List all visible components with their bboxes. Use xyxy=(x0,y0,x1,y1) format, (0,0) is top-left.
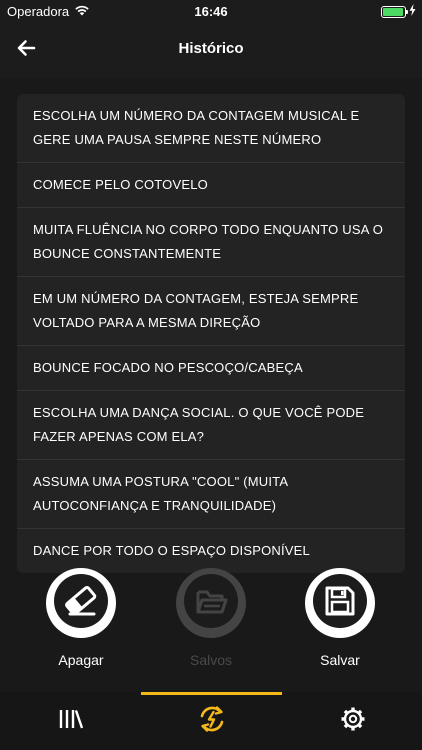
eraser-icon xyxy=(50,570,112,637)
erase-button[interactable] xyxy=(46,568,116,638)
list-item[interactable]: BOUNCE FOCADO NO PESCOÇO/CABEÇA xyxy=(17,346,405,391)
save-button[interactable] xyxy=(305,568,375,638)
tab-refresh[interactable] xyxy=(141,692,282,750)
tab-library[interactable] xyxy=(0,692,141,750)
page-title: Histórico xyxy=(178,40,244,57)
erase-label: Apagar xyxy=(58,652,104,668)
status-right xyxy=(381,4,416,19)
saved-action: Salvos xyxy=(161,568,261,668)
list-item[interactable]: ASSUMA UMA POSTURA "COOL" (MUITA AUTOCON… xyxy=(17,460,405,529)
main-content: ESCOLHA UM NÚMERO DA CONTAGEM MUSICAL E … xyxy=(0,78,422,692)
list-item[interactable]: ESCOLHA UM NÚMERO DA CONTAGEM MUSICAL E … xyxy=(17,94,405,163)
refresh-icon xyxy=(196,703,228,740)
battery-level xyxy=(383,7,403,16)
charging-bolt-icon xyxy=(409,4,416,19)
saved-button[interactable] xyxy=(176,568,246,638)
status-time: 16:46 xyxy=(194,4,228,19)
list-item[interactable]: MUITA FLUÊNCIA NO CORPO TODO ENQUANTO US… xyxy=(17,208,405,277)
save-label: Salvar xyxy=(320,652,360,668)
status-bar: Operadora 16:46 xyxy=(0,0,422,22)
history-list: ESCOLHA UM NÚMERO DA CONTAGEM MUSICAL E … xyxy=(17,94,405,573)
library-icon xyxy=(58,708,84,735)
save-action: Salvar xyxy=(290,568,390,668)
list-item[interactable]: COMECE PELO COTOVELO xyxy=(17,163,405,208)
tab-settings[interactable] xyxy=(282,692,422,750)
erase-action: Apagar xyxy=(31,568,131,668)
list-item[interactable]: DANCE POR TODO O ESPAÇO DISPONÍVEL xyxy=(17,529,405,573)
gear-icon xyxy=(340,706,366,737)
list-item[interactable]: ESCOLHA UMA DANÇA SOCIAL. O QUE VOCÊ POD… xyxy=(17,391,405,460)
floppy-disk-icon xyxy=(309,570,371,637)
tab-bar xyxy=(0,692,422,750)
list-item[interactable]: EM UM NÚMERO DA CONTAGEM, ESTEJA SEMPRE … xyxy=(17,277,405,346)
battery-icon xyxy=(381,5,408,18)
open-folder-icon xyxy=(180,570,242,637)
navigation-bar: Histórico xyxy=(0,22,422,78)
saved-label: Salvos xyxy=(189,652,233,668)
